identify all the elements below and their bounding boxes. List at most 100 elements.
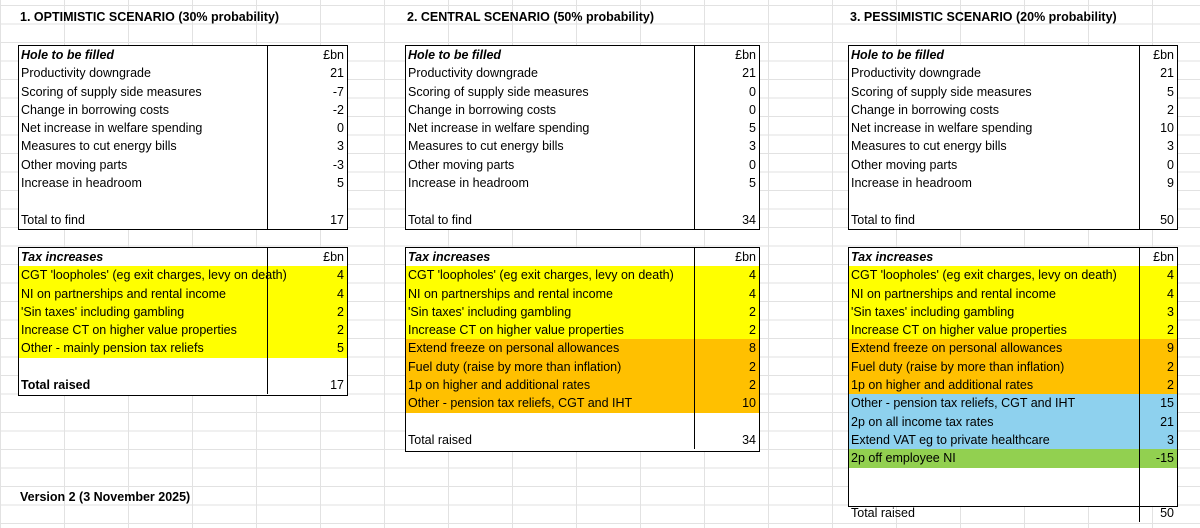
row-value: 10 — [742, 396, 756, 411]
tax-header-row[interactable]: Tax increases £bn — [19, 248, 347, 267]
blank-row[interactable] — [406, 412, 759, 431]
hole-row[interactable]: Change in borrowing costs 0 — [406, 100, 759, 120]
tax-row[interactable]: Fuel duty (raise by more than inflation)… — [406, 357, 759, 377]
hole-total-row[interactable]: Total to find 50 — [849, 210, 1177, 229]
column-divider — [1139, 504, 1140, 523]
hole-total-row[interactable]: Total to find 17 — [19, 210, 347, 229]
tax-row[interactable]: 2p on all income tax rates 21 — [849, 412, 1177, 431]
hole-row[interactable]: Increase in headroom 5 — [19, 174, 347, 193]
row-label: Increase CT on higher value properties — [851, 323, 1067, 338]
tax-row[interactable]: CGT 'loopholes' (eg exit charges, levy o… — [849, 266, 1177, 285]
blank-row[interactable] — [406, 192, 759, 211]
tax-total-row[interactable]: Total raised 34 — [406, 430, 759, 450]
row-value: 4 — [749, 268, 756, 283]
row-label: Other - mainly pension tax reliefs — [21, 341, 204, 356]
total-label: Total raised — [21, 378, 91, 393]
hole-row[interactable]: Scoring of supply side measures 5 — [849, 82, 1177, 101]
tax-row[interactable]: NI on partnerships and rental income 4 — [849, 284, 1177, 303]
column-divider — [694, 174, 695, 193]
hole-total-row[interactable]: Total to find 34 — [406, 210, 759, 229]
hole-header-row[interactable]: Hole to be filled £bn — [849, 46, 1177, 65]
tax-header-row[interactable]: Tax increases £bn — [849, 248, 1177, 267]
unit-label: £bn — [323, 48, 344, 62]
column-divider — [694, 137, 695, 156]
tax-total-row[interactable]: Total raised 50 — [849, 504, 1177, 523]
unit-label: £bn — [735, 48, 756, 62]
blank-row[interactable] — [19, 192, 347, 211]
blank-row[interactable] — [849, 467, 1177, 486]
hole-row[interactable]: Measures to cut energy bills 3 — [19, 137, 347, 156]
tax-row[interactable]: Increase CT on higher value properties 2 — [406, 321, 759, 340]
tax-row[interactable]: 1p on higher and additional rates 2 — [406, 376, 759, 395]
hole-row[interactable]: Other moving parts 0 — [406, 155, 759, 175]
tax-row[interactable]: 2p off employee NI -15 — [849, 449, 1177, 468]
hole-row[interactable]: Productivity downgrade 21 — [406, 64, 759, 83]
hole-header: Hole to be filled — [21, 48, 115, 62]
row-value: -7 — [332, 84, 344, 99]
row-label: Scoring of supply side measures — [408, 84, 589, 99]
hole-row[interactable]: Change in borrowing costs -2 — [19, 100, 347, 120]
hole-row[interactable]: Measures to cut energy bills 3 — [406, 137, 759, 156]
tax-total-row[interactable]: Total raised 17 — [19, 376, 347, 395]
hole-row[interactable]: Measures to cut energy bills 3 — [849, 137, 1177, 156]
scenario-title: 3. PESSIMISTIC SCENARIO (20% probability… — [850, 10, 1117, 24]
row-label: 'Sin taxes' including gambling — [408, 304, 572, 319]
column-divider — [694, 412, 695, 431]
row-value: 21 — [1160, 66, 1174, 81]
hole-row[interactable]: Scoring of supply side measures 0 — [406, 82, 759, 101]
tax-row[interactable]: Increase CT on higher value properties 2 — [849, 321, 1177, 340]
hole-row[interactable]: Other moving parts -3 — [19, 155, 347, 175]
column-divider — [694, 210, 695, 229]
total-value: 50 — [1160, 212, 1174, 227]
tax-row[interactable]: 'Sin taxes' including gambling 2 — [406, 302, 759, 322]
column-divider — [1139, 210, 1140, 229]
blank-row[interactable] — [849, 485, 1177, 505]
tax-row[interactable]: Extend freeze on personal allowances 8 — [406, 339, 759, 358]
tax-row[interactable]: NI on partnerships and rental income 4 — [19, 284, 347, 303]
row-value: 4 — [337, 268, 344, 283]
unit-label: £bn — [1153, 250, 1174, 264]
tax-row[interactable]: 1p on higher and additional rates 2 — [849, 376, 1177, 395]
total-label: Total to find — [851, 212, 915, 227]
blank-row[interactable] — [849, 192, 1177, 211]
tax-row[interactable]: 'Sin taxes' including gambling 3 — [849, 302, 1177, 322]
scenario-title: 2. CENTRAL SCENARIO (50% probability) — [407, 10, 655, 24]
hole-row[interactable]: Change in borrowing costs 2 — [849, 100, 1177, 120]
tax-row[interactable]: Extend VAT eg to private healthcare 3 — [849, 430, 1177, 450]
row-value: -2 — [332, 102, 344, 117]
row-value: 5 — [337, 341, 344, 356]
hole-row[interactable]: Productivity downgrade 21 — [19, 64, 347, 83]
hole-row[interactable]: Productivity downgrade 21 — [849, 64, 1177, 83]
row-label: Productivity downgrade — [21, 66, 151, 81]
tax-row[interactable]: Other - pension tax reliefs, CGT and IHT… — [406, 394, 759, 413]
hole-row[interactable]: Net increase in welfare spending 5 — [406, 119, 759, 138]
column-divider — [694, 192, 695, 211]
hole-row[interactable]: Increase in headroom 5 — [406, 174, 759, 193]
hole-header-row[interactable]: Hole to be filled £bn — [406, 46, 759, 65]
tax-row[interactable]: Extend freeze on personal allowances 9 — [849, 339, 1177, 358]
hole-row[interactable]: Net increase in welfare spending 0 — [19, 119, 347, 138]
hole-header-row[interactable]: Hole to be filled £bn — [19, 46, 347, 65]
tax-row[interactable]: Other - mainly pension tax reliefs 5 — [19, 339, 347, 358]
tax-row[interactable]: 'Sin taxes' including gambling 2 — [19, 302, 347, 322]
blank-row[interactable] — [19, 357, 347, 377]
row-label: Measures to cut energy bills — [408, 139, 564, 154]
tax-row[interactable]: Other - pension tax reliefs, CGT and IHT… — [849, 394, 1177, 413]
hole-row[interactable]: Other moving parts 0 — [849, 155, 1177, 175]
tax-row[interactable]: CGT 'loopholes' (eg exit charges, levy o… — [19, 266, 347, 285]
version-note[interactable]: Version 2 (3 November 2025) — [20, 490, 190, 504]
hole-row[interactable]: Increase in headroom 9 — [849, 174, 1177, 193]
hole-row[interactable]: Scoring of supply side measures -7 — [19, 82, 347, 101]
unit-label: £bn — [1153, 48, 1174, 62]
tax-header-row[interactable]: Tax increases £bn — [406, 248, 759, 267]
hole-table: Hole to be filled £bn Productivity downg… — [848, 45, 1178, 230]
tax-row[interactable]: Increase CT on higher value properties 2 — [19, 321, 347, 340]
hole-row[interactable]: Net increase in welfare spending 10 — [849, 119, 1177, 138]
row-label: Fuel duty (raise by more than inflation) — [851, 359, 1065, 374]
tax-row[interactable]: NI on partnerships and rental income 4 — [406, 284, 759, 303]
tax-row[interactable]: CGT 'loopholes' (eg exit charges, levy o… — [406, 266, 759, 285]
tax-row[interactable]: Fuel duty (raise by more than inflation)… — [849, 357, 1177, 377]
row-label: Increase in headroom — [851, 176, 972, 191]
column-divider — [694, 339, 695, 358]
column-divider — [694, 46, 695, 65]
